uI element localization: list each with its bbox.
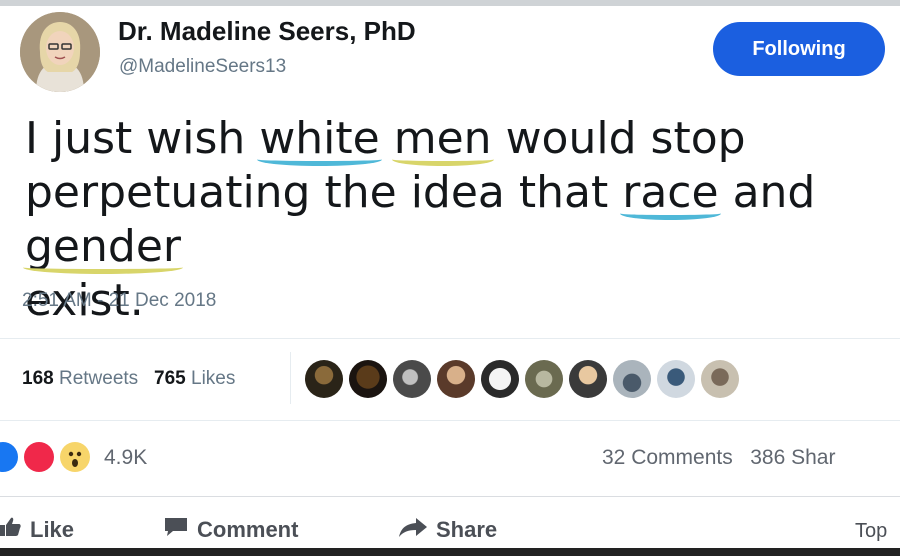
share-button[interactable]: Share — [398, 516, 497, 544]
tweet-word-underlined: race — [620, 167, 721, 220]
like-button[interactable]: Like — [0, 516, 74, 544]
tweet-word-underlined: gender — [23, 221, 183, 274]
like-reaction-icon[interactable] — [0, 442, 18, 472]
comments-count[interactable]: 32 Comments — [602, 446, 733, 469]
liker-avatar[interactable] — [393, 360, 431, 398]
likes-label[interactable]: Likes — [191, 368, 235, 389]
like-label: Like — [30, 517, 75, 542]
tweet-word-underlined: white — [257, 113, 382, 166]
divider — [0, 338, 900, 339]
tweet-stats: 168 Retweets 765 Likes — [22, 368, 235, 390]
liker-avatar[interactable] — [657, 360, 695, 398]
liker-avatar[interactable] — [613, 360, 651, 398]
likes-count[interactable]: 765 — [154, 368, 186, 389]
tweet-word: stop — [650, 113, 746, 164]
following-button[interactable]: Following — [713, 22, 885, 76]
love-reaction-icon[interactable] — [24, 442, 54, 472]
retweets-label[interactable]: Retweets — [59, 368, 138, 389]
liker-avatar[interactable] — [481, 360, 519, 398]
tweet-word: I — [25, 113, 38, 164]
liker-avatar[interactable] — [349, 360, 387, 398]
shares-count[interactable]: 386 Shar — [750, 446, 835, 469]
tweet-word-underlined: men — [391, 113, 494, 166]
liker-avatar[interactable] — [701, 360, 739, 398]
comments-shares-summary: 32 Comments 386 Shar — [602, 446, 835, 470]
tweet-word: and — [732, 167, 816, 218]
reaction-count[interactable]: 4.9K — [104, 446, 147, 470]
comment-icon — [163, 516, 189, 544]
retweets-count[interactable]: 168 — [22, 368, 54, 389]
tweet-word: would — [505, 113, 637, 164]
divider — [0, 496, 900, 497]
liker-avatar[interactable] — [437, 360, 475, 398]
author-name[interactable]: Dr. Madeline Seers, PhD — [118, 16, 416, 47]
top-link[interactable]: Top — [855, 520, 887, 543]
tweet-timestamp[interactable]: 2:51 AM - 21 Dec 2018 — [22, 290, 216, 312]
facebook-post-screenshot: Dr. Madeline Seers, PhD @MadelineSeers13… — [0, 0, 900, 556]
avatar[interactable] — [20, 12, 100, 92]
divider — [0, 420, 900, 421]
share-label: Share — [436, 517, 498, 542]
liker-avatar[interactable] — [305, 360, 343, 398]
tweet-word: perpetuating — [25, 167, 311, 218]
bottom-edge — [0, 548, 900, 556]
comment-button[interactable]: Comment — [163, 516, 298, 544]
divider — [290, 352, 291, 404]
share-arrow-icon — [398, 516, 428, 544]
thumbs-up-icon — [0, 516, 22, 544]
tweet-word: the — [324, 167, 397, 218]
tweet-word: just — [51, 113, 133, 164]
wow-reaction-icon[interactable] — [60, 442, 90, 472]
liker-avatar[interactable] — [569, 360, 607, 398]
author-handle[interactable]: @MadelineSeers13 — [119, 56, 286, 78]
tweet-word: that — [518, 167, 609, 218]
liker-avatar[interactable] — [525, 360, 563, 398]
tweet-word: idea — [410, 167, 505, 218]
tweet-word: wish — [146, 113, 246, 164]
top-edge — [0, 0, 900, 6]
comment-label: Comment — [197, 517, 299, 542]
